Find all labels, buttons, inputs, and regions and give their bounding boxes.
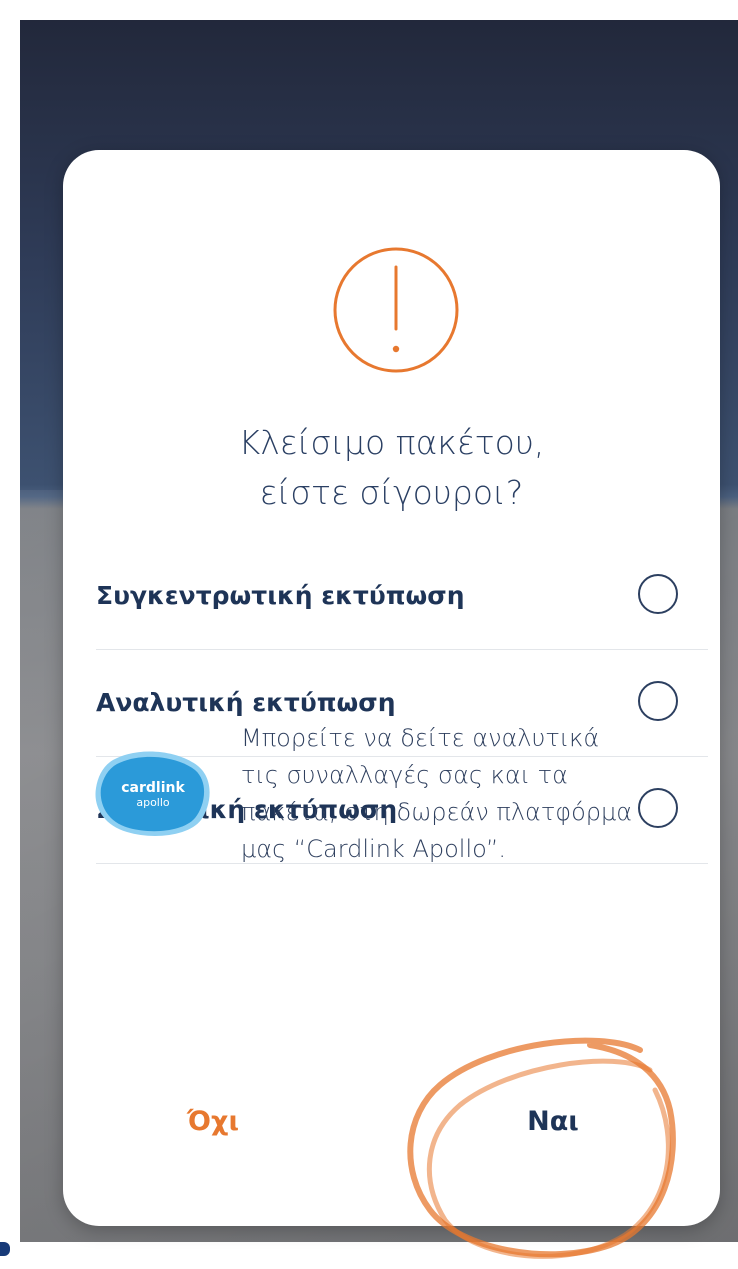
radio-button[interactable] — [638, 574, 678, 614]
no-button[interactable]: Όχι — [163, 1092, 263, 1152]
option-label: Συγκεντρωτική εκτύπωση — [96, 581, 465, 610]
logo-wordmark: cardlink — [121, 780, 185, 796]
cardlink-apollo-logo: cardlink apollo — [93, 748, 213, 838]
confirm-dialog: Κλείσιμο πακέτου, είστε σίγουροι? Συγκεν… — [63, 150, 720, 1226]
promo-line: τις συναλλαγές σας και τα — [241, 761, 568, 789]
promo-text: Μπορείτε να δείτε αναλυτικά τις συναλλαγ… — [241, 720, 711, 868]
logo-subtext: apollo — [136, 796, 170, 809]
corner-marker — [0, 1242, 10, 1256]
exclamation-circle-icon — [333, 247, 459, 373]
bottom-strip — [0, 1242, 738, 1269]
dialog-title: Κλείσιμο πακέτου, είστε σίγουροι? — [103, 418, 680, 518]
yes-button[interactable]: Ναι — [483, 1092, 623, 1152]
promo-line: μας “Cardlink Apollo”. — [241, 835, 507, 863]
dialog-title-line1: Κλείσιμο πακέτου, — [238, 423, 545, 462]
radio-button[interactable] — [638, 681, 678, 721]
option-summary-print[interactable]: Συγκεντρωτική εκτύπωση — [96, 542, 708, 650]
dialog-title-line2: είστε σίγουροι? — [259, 473, 524, 512]
promo-line: Μπορείτε να δείτε αναλυτικά — [241, 724, 600, 752]
promo-line: πακέτα, στη δωρεάν πλατφόρμα — [241, 798, 633, 826]
